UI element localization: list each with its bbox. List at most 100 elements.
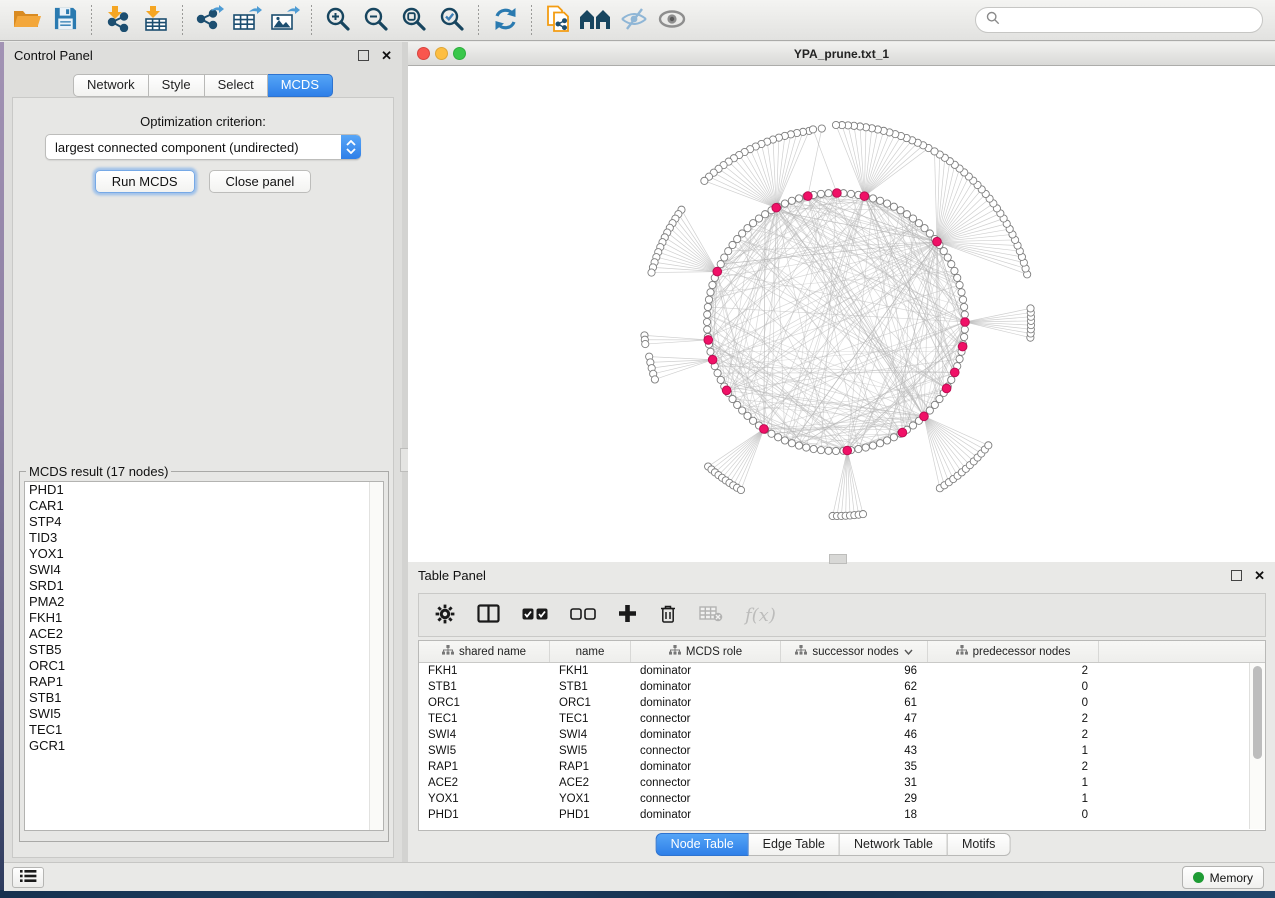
- network-column-icon: [795, 645, 807, 658]
- tab-mcds[interactable]: MCDS: [268, 74, 333, 97]
- hide-selected-button[interactable]: [617, 3, 651, 37]
- close-panel-button[interactable]: Close panel: [209, 170, 312, 193]
- tab-network-table[interactable]: Network Table: [840, 833, 948, 856]
- clone-network-button[interactable]: [541, 3, 575, 37]
- mcds-result-item[interactable]: TEC1: [25, 722, 383, 738]
- first-neighbors-button[interactable]: [579, 3, 613, 37]
- unchecked-boxes-icon: [570, 608, 596, 623]
- zoom-fit-button[interactable]: [397, 3, 431, 37]
- column-header-name[interactable]: name: [550, 641, 631, 662]
- horizontal-splitter-grip[interactable]: [829, 554, 847, 564]
- control-panel-header: Control Panel ✕: [4, 42, 402, 68]
- table-mode-button[interactable]: [435, 604, 455, 627]
- table-row[interactable]: SWI5SWI5connector431: [419, 743, 1265, 759]
- toolbar-divider: [531, 5, 532, 35]
- tab-style[interactable]: Style: [149, 74, 205, 97]
- tab-network[interactable]: Network: [73, 74, 149, 97]
- tab-node-table[interactable]: Node Table: [656, 833, 749, 856]
- column-header-successor-nodes[interactable]: successor nodes: [781, 641, 928, 662]
- refresh-view-button[interactable]: [488, 3, 522, 37]
- network-view-panel: YPA_prune.txt_1: [408, 42, 1275, 562]
- table-row[interactable]: RAP1RAP1dominator352: [419, 759, 1265, 775]
- table-panel: Table Panel ✕ f(x) shared namenameMCDS r…: [408, 562, 1275, 862]
- zoom-in-button[interactable]: [321, 3, 355, 37]
- table-row[interactable]: PHD1PHD1dominator180: [419, 807, 1265, 823]
- mcds-result-item[interactable]: RAP1: [25, 674, 383, 690]
- mcds-result-item[interactable]: FKH1: [25, 610, 383, 626]
- export-network-button[interactable]: [192, 3, 226, 37]
- table-row[interactable]: TEC1TEC1connector472: [419, 711, 1265, 727]
- mcds-result-item[interactable]: STB5: [25, 642, 383, 658]
- mcds-result-item[interactable]: ACE2: [25, 626, 383, 642]
- memory-status-dot: [1193, 872, 1204, 883]
- mcds-result-item[interactable]: CAR1: [25, 498, 383, 514]
- zoom-selected-icon: [439, 6, 465, 35]
- float-panel-icon[interactable]: [358, 50, 369, 61]
- network-column-icon: [669, 645, 681, 658]
- mcds-result-item[interactable]: GCR1: [25, 738, 383, 754]
- application-window: Control Panel ✕ NetworkStyleSelectMCDS O…: [0, 0, 1275, 898]
- column-header-shared-name[interactable]: shared name: [419, 641, 550, 662]
- mcds-result-item[interactable]: TID3: [25, 530, 383, 546]
- tab-edge-table[interactable]: Edge Table: [749, 833, 840, 856]
- mcds-result-group: MCDS result (17 nodes) PHD1CAR1STP4TID3Y…: [19, 464, 389, 842]
- table-row[interactable]: STB1STB1dominator620: [419, 679, 1265, 695]
- delete-column-button[interactable]: [659, 604, 677, 627]
- control-panel-title: Control Panel: [14, 48, 93, 63]
- export-image-button[interactable]: [268, 3, 302, 37]
- float-table-panel-icon[interactable]: [1231, 570, 1242, 581]
- add-column-button[interactable]: [618, 604, 637, 626]
- mcds-result-item[interactable]: ORC1: [25, 658, 383, 674]
- tab-select[interactable]: Select: [205, 74, 268, 97]
- eye-slash-icon: [620, 6, 648, 35]
- export-network-icon: [194, 5, 224, 35]
- import-table-button[interactable]: [139, 3, 173, 37]
- zoom-in-icon: [325, 6, 351, 35]
- main-toolbar: [0, 0, 1275, 41]
- toolbar-divider: [182, 5, 183, 35]
- table-scrollbar-thumb[interactable]: [1253, 666, 1262, 759]
- deselect-all-button[interactable]: [570, 608, 596, 623]
- search-input[interactable]: [1006, 12, 1252, 29]
- table-row[interactable]: FKH1FKH1dominator962: [419, 663, 1265, 679]
- column-header-MCDS-role[interactable]: MCDS role: [631, 641, 781, 662]
- network-canvas[interactable]: [408, 66, 1275, 562]
- criterion-select[interactable]: largest connected component (undirected): [45, 134, 361, 160]
- show-all-button[interactable]: [655, 3, 689, 37]
- save-session-button[interactable]: [48, 3, 82, 37]
- mcds-result-item[interactable]: YOX1: [25, 546, 383, 562]
- network-column-icon: [442, 645, 454, 658]
- mcds-result-item[interactable]: SWI4: [25, 562, 383, 578]
- import-network-button[interactable]: [101, 3, 135, 37]
- zoom-out-button[interactable]: [359, 3, 393, 37]
- table-row[interactable]: ACE2ACE2connector311: [419, 775, 1265, 791]
- save-icon: [53, 6, 78, 34]
- export-table-button[interactable]: [230, 3, 264, 37]
- table-row[interactable]: SWI4SWI4dominator462: [419, 727, 1265, 743]
- mcds-result-item[interactable]: STP4: [25, 514, 383, 530]
- mcds-list-scrollbar[interactable]: [369, 482, 383, 830]
- table-scrollbar[interactable]: [1249, 663, 1265, 829]
- mcds-result-item[interactable]: SRD1: [25, 578, 383, 594]
- mcds-result-item[interactable]: STB1: [25, 690, 383, 706]
- toolbar-divider: [311, 5, 312, 35]
- table-row[interactable]: YOX1YOX1connector291: [419, 791, 1265, 807]
- open-session-button[interactable]: [10, 3, 44, 37]
- table-row[interactable]: ORC1ORC1dominator610: [419, 695, 1265, 711]
- zoom-selected-button[interactable]: [435, 3, 469, 37]
- show-columns-button[interactable]: [477, 604, 500, 626]
- tab-motifs[interactable]: Motifs: [948, 833, 1010, 856]
- select-all-button[interactable]: [522, 608, 548, 623]
- close-panel-icon[interactable]: ✕: [381, 51, 392, 60]
- copy-share-icon: [545, 5, 571, 36]
- select-stepper-icon: [341, 135, 361, 159]
- task-history-button[interactable]: [12, 867, 44, 888]
- memory-button[interactable]: Memory: [1182, 866, 1264, 889]
- column-header-predecessor-nodes[interactable]: predecessor nodes: [928, 641, 1099, 662]
- sort-chevron-icon: [904, 646, 913, 658]
- mcds-result-item[interactable]: PMA2: [25, 594, 383, 610]
- close-table-panel-icon[interactable]: ✕: [1254, 571, 1265, 580]
- mcds-result-item[interactable]: PHD1: [25, 482, 383, 498]
- mcds-result-item[interactable]: SWI5: [25, 706, 383, 722]
- run-mcds-button[interactable]: Run MCDS: [95, 170, 195, 193]
